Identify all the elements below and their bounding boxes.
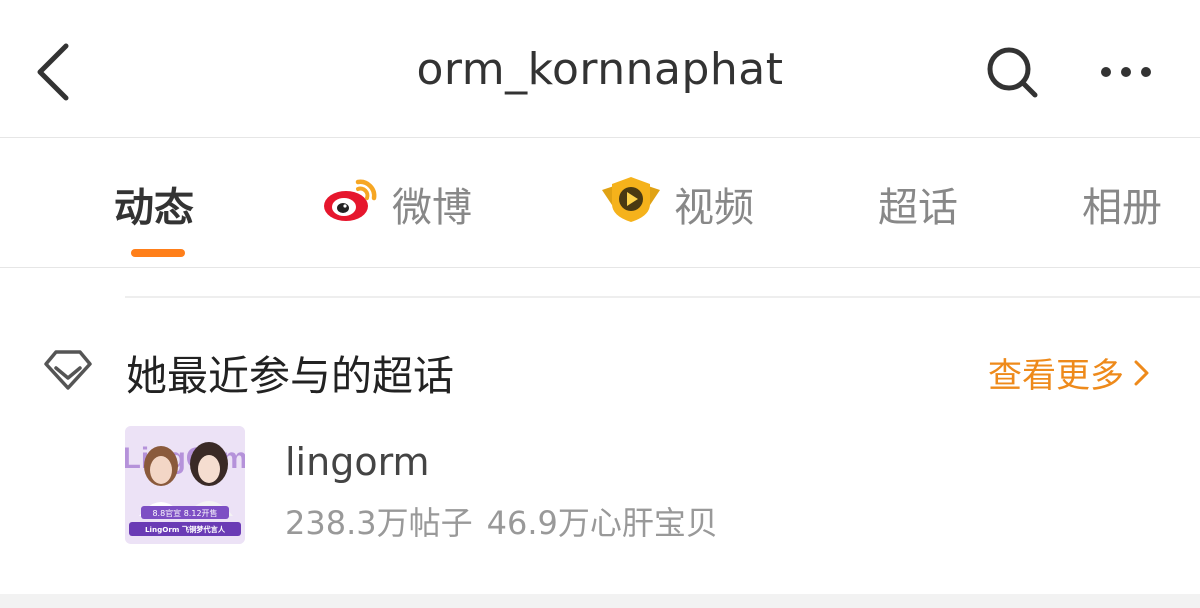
tab-video[interactable]: 视频 bbox=[600, 176, 754, 232]
see-more-label: 查看更多 bbox=[988, 356, 1124, 396]
topic-item[interactable]: LingOrm 8.8官宣 8.12开售 LingOrm 飞铜梦代言人 ling… bbox=[125, 426, 1165, 546]
search-icon bbox=[987, 47, 1038, 98]
video-badge-icon bbox=[600, 174, 662, 234]
active-tab-indicator bbox=[131, 249, 185, 257]
topic-fans-count: 46.9万心肝宝贝 bbox=[486, 504, 718, 542]
topic-stats: 238.3万帖子 46.9万心肝宝贝 bbox=[285, 498, 718, 544]
thumb-line1: 8.8官宣 8.12开售 bbox=[152, 508, 217, 518]
profile-tabs: 动态 微博 视频 超话 相册 bbox=[0, 138, 1200, 268]
thumb-line2: LingOrm 飞铜梦代言人 bbox=[145, 525, 226, 534]
weibo-logo-icon bbox=[322, 174, 380, 234]
chevron-right-icon bbox=[1134, 360, 1149, 385]
tab-label: 微博 bbox=[392, 185, 472, 231]
section-separator bbox=[0, 594, 1200, 608]
tab-label: 超话 bbox=[878, 185, 958, 231]
top-nav-bar: orm_kornnaphat bbox=[0, 0, 1200, 138]
topic-name: lingorm bbox=[285, 440, 430, 484]
topic-posts-count: 238.3万帖子 bbox=[285, 504, 473, 542]
tab-chaohua[interactable]: 超话 bbox=[878, 176, 958, 232]
more-horizontal-icon bbox=[1101, 67, 1151, 77]
topic-thumbnail: LingOrm 8.8官宣 8.12开售 LingOrm 飞铜梦代言人 bbox=[125, 426, 245, 544]
tab-weibo[interactable]: 微博 bbox=[322, 176, 472, 232]
search-button[interactable] bbox=[984, 44, 1040, 100]
more-button[interactable] bbox=[1096, 52, 1156, 92]
tab-album[interactable]: 相册 bbox=[1082, 176, 1162, 232]
see-more-link[interactable]: 查看更多 bbox=[988, 348, 1152, 397]
tab-label: 视频 bbox=[674, 185, 754, 231]
tab-label: 相册 bbox=[1082, 185, 1162, 231]
tab-label: 动态 bbox=[114, 185, 194, 231]
tab-dongtai[interactable]: 动态 bbox=[114, 176, 194, 232]
diamond-outline-icon bbox=[42, 348, 94, 392]
divider bbox=[125, 296, 1200, 298]
section-title: 她最近参与的超话 bbox=[126, 352, 454, 400]
